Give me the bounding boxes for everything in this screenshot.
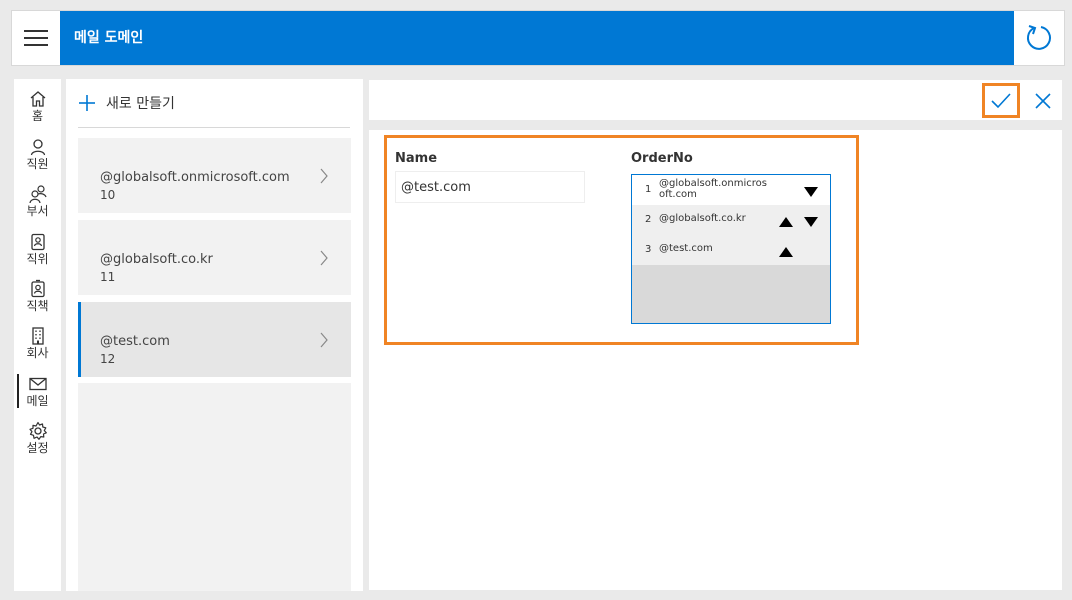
detail-panel: Name OrderNo 1 @globalsoft.onmicros oft.… <box>369 130 1062 590</box>
rail-item-home[interactable]: 홈 <box>14 87 61 133</box>
plus-icon <box>79 95 95 111</box>
rail-item-company[interactable]: 회사 <box>14 324 61 370</box>
list-item[interactable]: @globalsoft.onmicrosoft.com 10 <box>78 138 351 213</box>
list-item[interactable]: @globalsoft.co.kr 11 <box>78 220 351 295</box>
mail-icon <box>28 377 47 391</box>
rail-item-role[interactable]: 직책 <box>14 277 61 323</box>
refresh-icon <box>1027 25 1051 50</box>
list-item-name: @globalsoft.onmicrosoft.com <box>100 170 290 185</box>
person-icon <box>30 139 45 156</box>
home-icon <box>30 91 45 107</box>
edit-form: Name OrderNo 1 @globalsoft.onmicros oft.… <box>384 135 859 345</box>
list-item[interactable]: @test.com 12 <box>78 302 351 377</box>
order-row-text: @globalsoft.onmicros <box>659 178 767 189</box>
order-row-text: @test.com <box>659 243 713 254</box>
list-item-number: 10 <box>100 188 116 202</box>
rail-item-settings[interactable]: 설정 <box>14 419 61 465</box>
move-down-icon[interactable] <box>804 186 818 198</box>
order-row[interactable]: 1 @globalsoft.onmicros oft.com <box>632 175 830 205</box>
refresh-button[interactable] <box>1014 11 1064 65</box>
people-icon <box>28 185 47 204</box>
name-label: Name <box>395 151 438 166</box>
chevron-right-icon <box>320 332 328 348</box>
rail-label: 메일 <box>26 394 49 408</box>
rail-item-employee[interactable]: 직원 <box>14 135 61 181</box>
rail-label: 부서 <box>26 204 49 218</box>
settings-icon <box>28 421 47 440</box>
order-list: 1 @globalsoft.onmicros oft.com 2 @global… <box>631 174 831 324</box>
order-row-index: 1 <box>645 184 652 195</box>
order-label: OrderNo <box>631 151 693 166</box>
list-item-number: 12 <box>100 352 116 366</box>
rail-label: 직위 <box>26 252 49 266</box>
hamburger-icon <box>24 30 48 46</box>
detail-toolbar <box>369 80 1062 120</box>
cancel-button[interactable] <box>1027 83 1059 118</box>
move-down-icon[interactable] <box>804 216 818 228</box>
rail-item-mail[interactable]: 메일 <box>14 372 61 418</box>
new-button-label: 새로 만들기 <box>106 96 175 112</box>
list-item-number: 11 <box>100 270 116 284</box>
chevron-right-icon <box>320 168 328 184</box>
list-empty-area <box>78 383 351 591</box>
building-icon <box>31 327 44 345</box>
rail-label: 직원 <box>26 157 49 171</box>
save-button[interactable] <box>982 83 1020 118</box>
move-up-icon[interactable] <box>779 216 793 228</box>
page-title: 메일 도메인 <box>74 30 144 46</box>
chevron-right-icon <box>320 250 328 266</box>
rail-label: 회사 <box>26 346 49 360</box>
order-row[interactable]: 3 @test.com <box>632 235 830 265</box>
rail-label: 설정 <box>26 441 49 455</box>
move-up-icon[interactable] <box>779 246 793 258</box>
app-header: 메일 도메인 <box>11 10 1065 66</box>
order-row-index: 2 <box>645 214 652 225</box>
order-row-text: @globalsoft.co.kr <box>659 213 746 224</box>
list-item-name: @test.com <box>100 334 170 349</box>
nav-rail: 홈 직원 부서 직위 직책 회사 메일 설정 <box>14 79 61 591</box>
new-button[interactable]: 새로 만들기 <box>78 79 175 127</box>
rail-item-position[interactable]: 직위 <box>14 230 61 276</box>
close-icon <box>1035 92 1051 109</box>
badge-icon <box>30 233 45 251</box>
menu-button[interactable] <box>12 11 60 65</box>
domain-list-panel: 새로 만들기 @globalsoft.onmicrosoft.com 10 @g… <box>66 79 363 591</box>
role-badge-icon <box>30 279 45 298</box>
list-item-name: @globalsoft.co.kr <box>100 252 213 267</box>
order-row[interactable]: 2 @globalsoft.co.kr <box>632 205 830 235</box>
name-field[interactable] <box>395 171 585 203</box>
rail-item-department[interactable]: 부서 <box>14 182 61 228</box>
rail-label: 직책 <box>26 299 49 313</box>
rail-label: 홈 <box>31 109 44 123</box>
order-row-text-cont: oft.com <box>659 189 697 200</box>
order-row-index: 3 <box>645 244 652 255</box>
divider <box>78 127 350 128</box>
check-icon <box>991 92 1011 108</box>
